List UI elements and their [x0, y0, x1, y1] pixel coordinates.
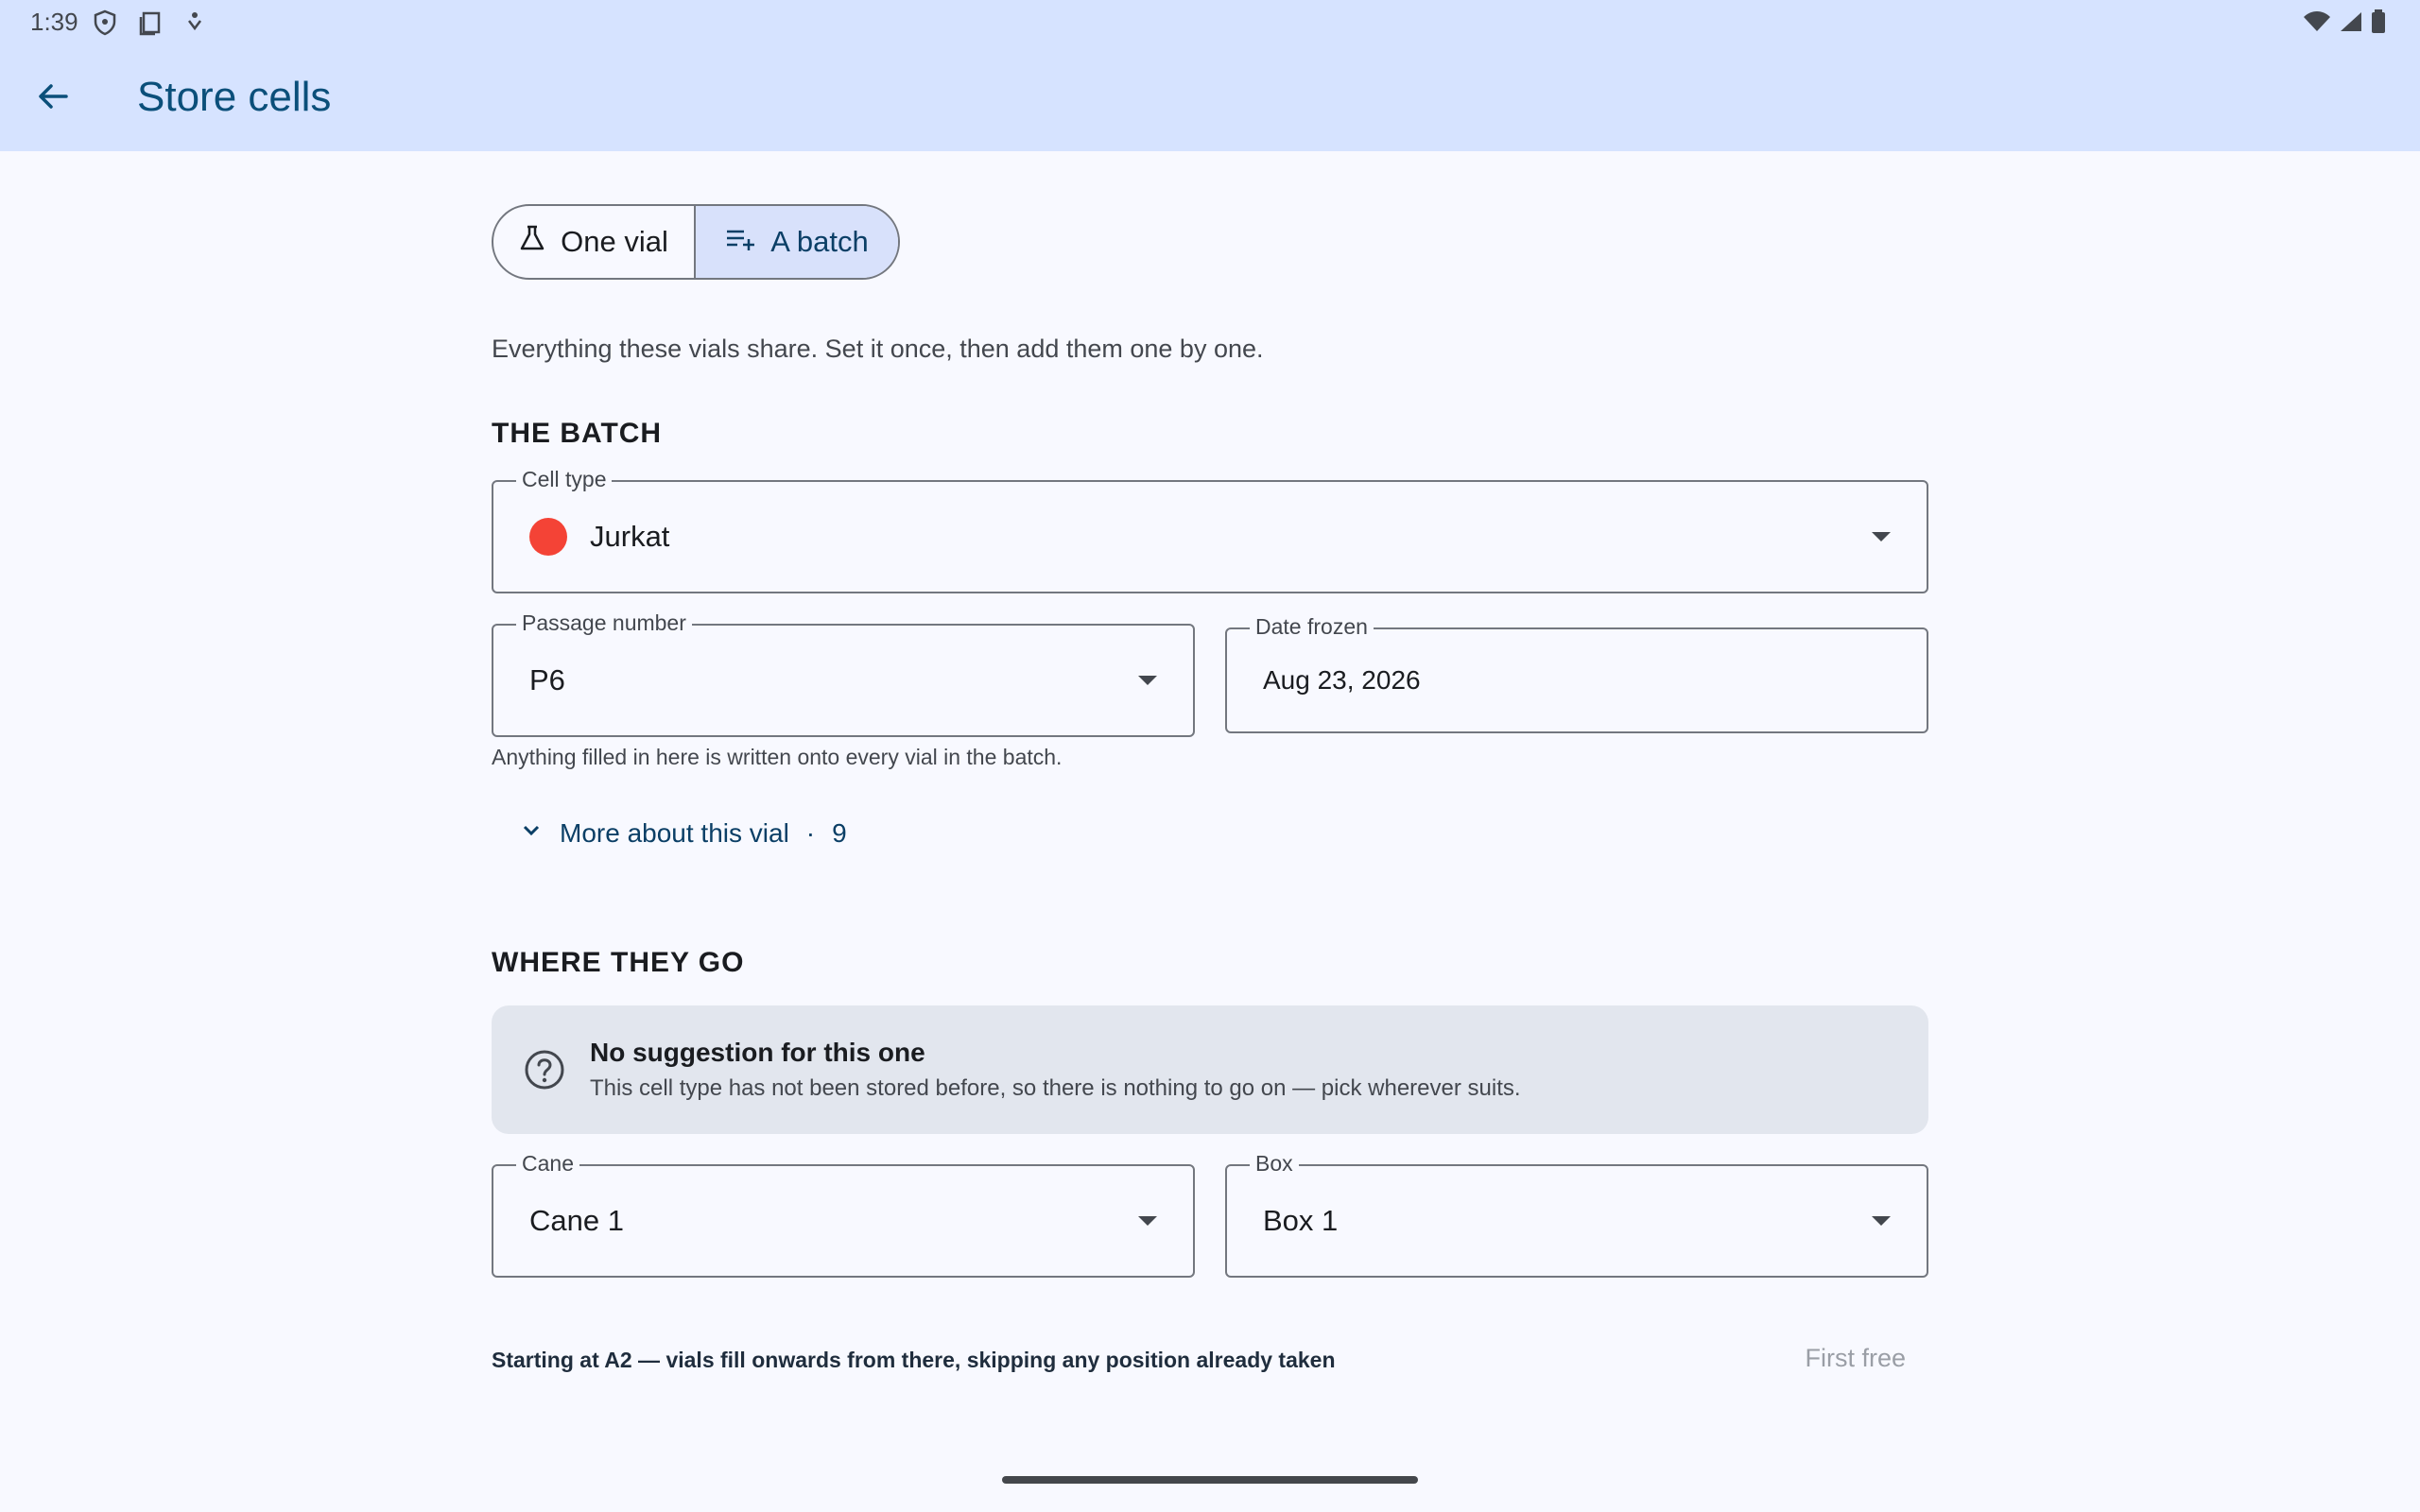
cane-label: Cane: [516, 1151, 579, 1177]
batch-helper-text: Anything filled in here is written onto …: [492, 745, 1063, 769]
mode-segmented-button: One vial A batch: [492, 204, 900, 280]
status-icons-left: [93, 9, 206, 41]
playlist-add-icon: [725, 225, 755, 259]
more-about-vial-label: More about this vial: [560, 818, 789, 848]
top-app-bar: 1:39 Store cells: [0, 0, 2420, 151]
back-button[interactable]: [23, 68, 83, 129]
dropdown-arrow-icon: [1872, 1216, 1891, 1226]
wifi-icon: [2303, 10, 2331, 38]
date-frozen-field[interactable]: Date frozen Aug 23, 2026: [1225, 614, 1928, 733]
home-indicator[interactable]: [1002, 1476, 1418, 1484]
cane-value: Cane 1: [529, 1204, 624, 1237]
start-position-note: Starting at A2 — vials fill onwards from…: [492, 1348, 1336, 1372]
more-about-vial-toggle[interactable]: More about this vial · 9: [520, 818, 847, 849]
passage-number-dropdown[interactable]: Passage number P6: [492, 610, 1195, 737]
passage-number-label: Passage number: [516, 610, 692, 636]
cell-type-label: Cell type: [516, 467, 613, 492]
clipboard-icon: [138, 9, 163, 41]
first-free-button[interactable]: First free: [1805, 1344, 1906, 1373]
battery-icon: [2371, 9, 2386, 39]
shield-icon: [93, 9, 117, 41]
more-about-separator: ·: [805, 818, 816, 848]
passage-number-value: P6: [529, 663, 565, 696]
help-circle-icon: [524, 1049, 565, 1095]
dropdown-arrow-icon: [1138, 1216, 1157, 1226]
batch-segment[interactable]: A batch: [696, 206, 898, 278]
arrow-back-icon: [34, 77, 72, 120]
cell-type-color-dot: [529, 518, 567, 556]
intro-text: Everything these vials share. Set it onc…: [492, 335, 1264, 363]
batch-section-heading: THE BATCH: [492, 418, 663, 449]
signal-icon: [2339, 10, 2363, 38]
cane-dropdown[interactable]: Cane Cane 1: [492, 1151, 1195, 1278]
dropdown-arrow-icon: [1872, 532, 1891, 541]
suggestion-body: This cell type has not been stored befor…: [590, 1075, 1521, 1101]
page-title: Store cells: [137, 74, 332, 120]
one-vial-label: One vial: [561, 225, 668, 258]
flask-icon: [519, 224, 545, 260]
chevron-down-icon: [520, 818, 543, 849]
box-dropdown[interactable]: Box Box 1: [1225, 1151, 1928, 1278]
cell-type-dropdown[interactable]: Cell type Jurkat: [492, 467, 1928, 593]
status-icons-right: [2303, 9, 2386, 39]
cell-type-value: Jurkat: [590, 520, 670, 553]
accessibility-icon: [183, 9, 206, 41]
date-frozen-label: Date frozen: [1250, 614, 1374, 640]
box-label: Box: [1250, 1151, 1299, 1177]
location-section-heading: WHERE THEY GO: [492, 947, 745, 978]
more-about-count: 9: [832, 818, 847, 848]
status-time: 1:39: [30, 8, 78, 36]
batch-label: A batch: [770, 225, 869, 258]
box-value: Box 1: [1263, 1204, 1339, 1237]
one-vial-segment[interactable]: One vial: [493, 206, 696, 278]
suggestion-title: No suggestion for this one: [590, 1038, 925, 1067]
suggestion-card: No suggestion for this one This cell typ…: [492, 1005, 1928, 1134]
dropdown-arrow-icon: [1138, 676, 1157, 685]
date-frozen-value: Aug 23, 2026: [1263, 665, 1421, 695]
